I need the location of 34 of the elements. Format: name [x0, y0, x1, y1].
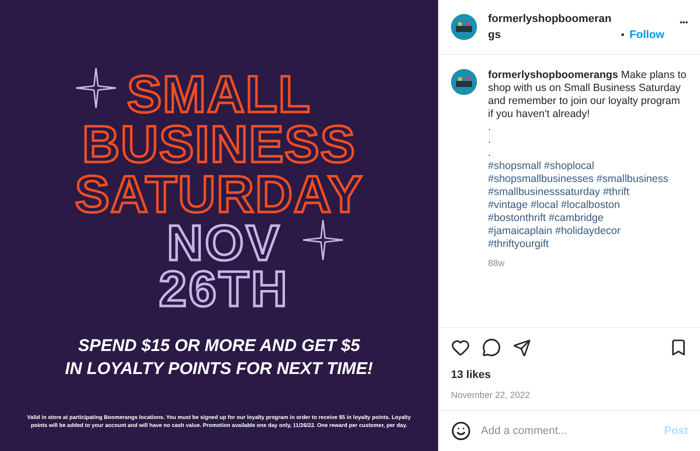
hashtags[interactable]: #shopsmall #shoplocal: [488, 160, 594, 173]
hashtags[interactable]: #smallbusinesssaturday #thrift: [488, 186, 630, 199]
separator: •: [621, 29, 625, 43]
caption-text: formerlyshopboomerangs Make plans to shop with us on Small Business Saturday and remember to join our loyalty program if you haven't already!: [488, 69, 688, 121]
emoji-icon[interactable]: [451, 421, 471, 441]
caption-dot: .: [488, 121, 491, 134]
poster-date: 26TH: [158, 266, 290, 312]
sparkle-icon: [76, 68, 116, 108]
like-icon[interactable]: [451, 338, 470, 357]
comment-icon[interactable]: [482, 338, 501, 357]
post-date: November 22, 2022: [451, 388, 530, 402]
avatar[interactable]: [451, 69, 477, 95]
hashtags[interactable]: #shopsmallbusinesses #smallbusiness: [488, 173, 668, 186]
poster-date: NOV: [166, 220, 282, 266]
poster-title: BUSINESS: [82, 120, 356, 170]
offer-text: SPEND $15 OR MORE AND GET $5: [78, 335, 360, 357]
bookmark-icon[interactable]: [669, 338, 688, 357]
username[interactable]: formerlyshopboomerangs: [488, 11, 616, 43]
hashtags[interactable]: #jamaicaplain #holidaydecor: [488, 225, 621, 238]
hashtags[interactable]: #thriftyourgift: [488, 238, 549, 251]
more-button[interactable]: •••: [680, 18, 688, 28]
comment-field[interactable]: Add a comment...: [481, 422, 654, 440]
poster-title: SATURDAY: [74, 170, 364, 220]
poster-title: SMALL: [126, 70, 312, 120]
share-icon[interactable]: [513, 338, 531, 356]
likes-count[interactable]: 13 likes: [451, 367, 491, 384]
post-age: 88w: [488, 257, 505, 270]
offer-text: IN LOYALTY POINTS FOR NEXT TIME!: [65, 358, 373, 380]
hashtags[interactable]: #vintage #local #localboston: [488, 199, 620, 212]
sparkle-icon: [303, 220, 343, 260]
caption-dot: .: [488, 147, 491, 160]
hashtags[interactable]: #bostonthrift #cambridge: [488, 212, 604, 225]
avatar[interactable]: [451, 14, 477, 40]
caption-dot: .: [488, 134, 491, 147]
